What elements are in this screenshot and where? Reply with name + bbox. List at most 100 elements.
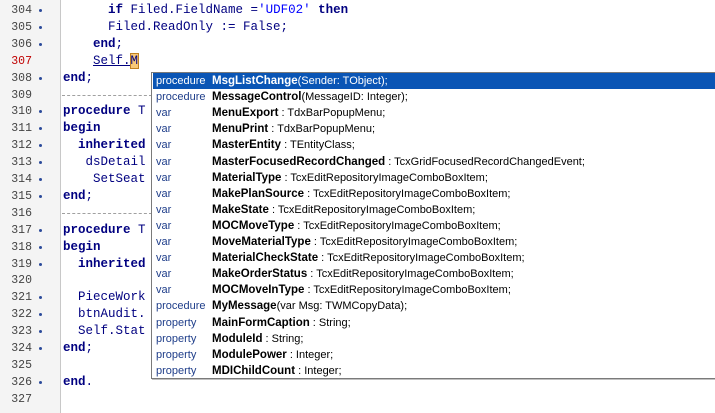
code-token: inherited <box>78 256 146 271</box>
breakpoint-marker-icon[interactable] <box>39 144 42 148</box>
completion-item[interactable]: var MenuExport : TdxBarPopupMenu; <box>153 105 715 121</box>
completion-item-kind: var <box>156 187 172 200</box>
completion-item-name: MakeOrderStatus : TcxEditRepositoryImage… <box>212 266 514 282</box>
completion-item-kind: var <box>156 155 172 168</box>
completion-item[interactable]: procedure MsgListChange(Sender: TObject); <box>153 73 715 89</box>
completion-item-signature: (Sender: TObject); <box>297 75 388 87</box>
code-token: Self.Stat <box>63 324 146 339</box>
code-line[interactable]: 304 if Filed.FieldName ='UDF02' then <box>0 2 715 19</box>
line-number: 307 <box>11 54 32 68</box>
code-token: 'UDF02' <box>258 3 311 17</box>
completion-item-signature: : TcxEditRepositoryImageComboBoxItem; <box>310 236 518 248</box>
code-completion-popup[interactable]: procedure MsgListChange(Sender: TObject);… <box>151 72 715 379</box>
completion-item-signature: : TcxEditRepositoryImageComboBoxItem; <box>318 252 525 265</box>
completion-item-identifier: MakeState <box>212 203 269 216</box>
completion-item[interactable]: var MOCMoveInType : TcxEditRepositoryImag… <box>153 282 715 298</box>
completion-item-kind: property <box>156 364 197 377</box>
completion-item-name: MyMessage(var Msg: TWMCopyData); <box>212 298 407 314</box>
completion-item[interactable]: property MainFormCaption : String; <box>153 315 715 331</box>
code-line[interactable]: 305 Filed.ReadOnly := False; <box>0 19 715 36</box>
breakpoint-marker-icon[interactable] <box>39 194 42 198</box>
completion-item-name: MakeState : TcxEditRepositoryImageComboB… <box>212 202 475 218</box>
code-token: end <box>63 70 86 85</box>
breakpoint-marker-icon[interactable] <box>39 9 42 12</box>
line-number: 324 <box>11 342 32 355</box>
completion-item[interactable]: var MaterialCheckState : TcxEditRepositor… <box>153 250 715 266</box>
completion-item-name: MenuExport : TdxBarPopupMenu; <box>212 105 385 121</box>
completion-item-kind: var <box>156 171 172 184</box>
breakpoint-marker-icon[interactable] <box>39 178 42 181</box>
code-token: ; <box>85 188 94 203</box>
completion-item[interactable]: var MOCMoveType : TcxEditRepositoryImageC… <box>153 218 715 234</box>
breakpoint-marker-icon[interactable] <box>39 245 42 249</box>
completion-item[interactable]: var MasterEntity : TEntityClass; <box>153 137 715 153</box>
breakpoint-marker-icon[interactable] <box>39 127 42 131</box>
completion-item[interactable]: property ModuleId : String; <box>153 331 715 347</box>
line-code: if Filed.FieldName ='UDF02' then <box>63 2 348 19</box>
line-number: 319 <box>11 257 32 271</box>
completion-item-kind: procedure <box>156 91 206 104</box>
completion-item-name: MaterialType : TcxEditRepositoryImageCom… <box>212 170 488 186</box>
line-number: 311 <box>11 122 32 136</box>
completion-item-name: MoveMaterialType : TcxEditRepositoryImag… <box>212 234 517 250</box>
breakpoint-marker-icon[interactable] <box>39 228 42 232</box>
line-number: 310 <box>11 105 32 119</box>
completion-item[interactable]: var MaterialType : TcxEditRepositoryImage… <box>153 170 715 186</box>
completion-item[interactable]: var MenuPrint : TdxBarPopupMenu; <box>153 121 715 137</box>
completion-item-signature: : String; <box>309 316 351 329</box>
code-line[interactable]: 306 end; <box>0 36 715 53</box>
completion-item-identifier: MoveMaterialType <box>212 236 311 248</box>
completion-item-name: MenuPrint : TdxBarPopupMenu; <box>212 121 375 137</box>
line-number: 321 <box>11 291 32 305</box>
breakpoint-marker-icon[interactable] <box>39 76 42 80</box>
line-number: 308 <box>11 71 32 85</box>
completion-item-identifier: MyMessage <box>212 300 277 313</box>
completion-item-identifier: MasterFocusedRecordChanged <box>212 155 386 168</box>
completion-item[interactable]: var MoveMaterialType : TcxEditRepositoryI… <box>153 234 715 250</box>
completion-item[interactable]: procedure MyMessage(var Msg: TWMCopyData)… <box>153 298 715 314</box>
breakpoint-marker-icon[interactable] <box>39 262 42 266</box>
code-line[interactable]: 307 Self.M <box>0 52 715 70</box>
line-number: 305 <box>11 20 32 34</box>
completion-item[interactable]: var MakeOrderStatus : TcxEditRepositoryIm… <box>153 266 715 282</box>
completion-item-kind: property <box>156 332 197 345</box>
breakpoint-marker-icon[interactable] <box>39 25 42 29</box>
text-cursor: M <box>129 52 139 69</box>
code-token: ; <box>85 341 94 355</box>
line-code: inherited <box>63 256 146 273</box>
breakpoint-marker-icon[interactable] <box>39 296 42 300</box>
breakpoint-marker-icon[interactable] <box>39 330 42 334</box>
breakpoint-marker-icon[interactable] <box>39 380 42 384</box>
line-code: end; <box>63 188 93 205</box>
completion-item-signature: : TcxEditRepositoryImageComboBoxItem; <box>304 187 511 200</box>
completion-item[interactable]: property ModulePower : Integer; <box>153 347 715 363</box>
code-token: Filed.ReadOnly := False; <box>63 19 289 34</box>
line-code: procedure T <box>63 222 146 239</box>
completion-item[interactable]: procedure MessageControl(MessageID: Integ… <box>153 89 715 105</box>
completion-item-name: MasterFocusedRecordChanged : TcxGridFocu… <box>212 154 585 170</box>
line-number: 309 <box>11 88 32 102</box>
completion-item[interactable]: var MasterFocusedRecordChanged : TcxGridF… <box>153 154 715 170</box>
line-code: dsDetail <box>63 154 146 171</box>
code-token: end <box>93 36 116 51</box>
code-line[interactable]: 327 <box>0 391 715 408</box>
breakpoint-marker-icon[interactable] <box>39 347 42 350</box>
completion-item-signature: : TEntityClass; <box>281 139 355 152</box>
completion-item-signature: : TcxEditRepositoryImageComboBoxItem; <box>307 268 514 281</box>
breakpoint-marker-icon[interactable] <box>39 161 42 165</box>
completion-item[interactable]: property MDIChildCount : Integer; <box>153 363 715 378</box>
line-code: SetSeat <box>63 171 146 188</box>
completion-item[interactable]: var MakeState : TcxEditRepositoryImageCom… <box>153 202 715 218</box>
completion-item[interactable]: var MakePlanSource : TcxEditRepositoryIma… <box>153 186 715 202</box>
line-number: 306 <box>11 37 32 51</box>
completion-item-signature: : TcxEditRepositoryImageComboBoxItem; <box>294 219 501 232</box>
breakpoint-marker-icon[interactable] <box>39 42 42 46</box>
breakpoint-marker-icon[interactable] <box>39 110 42 114</box>
line-code: end; <box>63 70 93 87</box>
breakpoint-marker-icon[interactable] <box>39 313 42 317</box>
completion-item-kind: var <box>156 219 172 232</box>
completion-item-identifier: MessageControl <box>212 91 302 104</box>
